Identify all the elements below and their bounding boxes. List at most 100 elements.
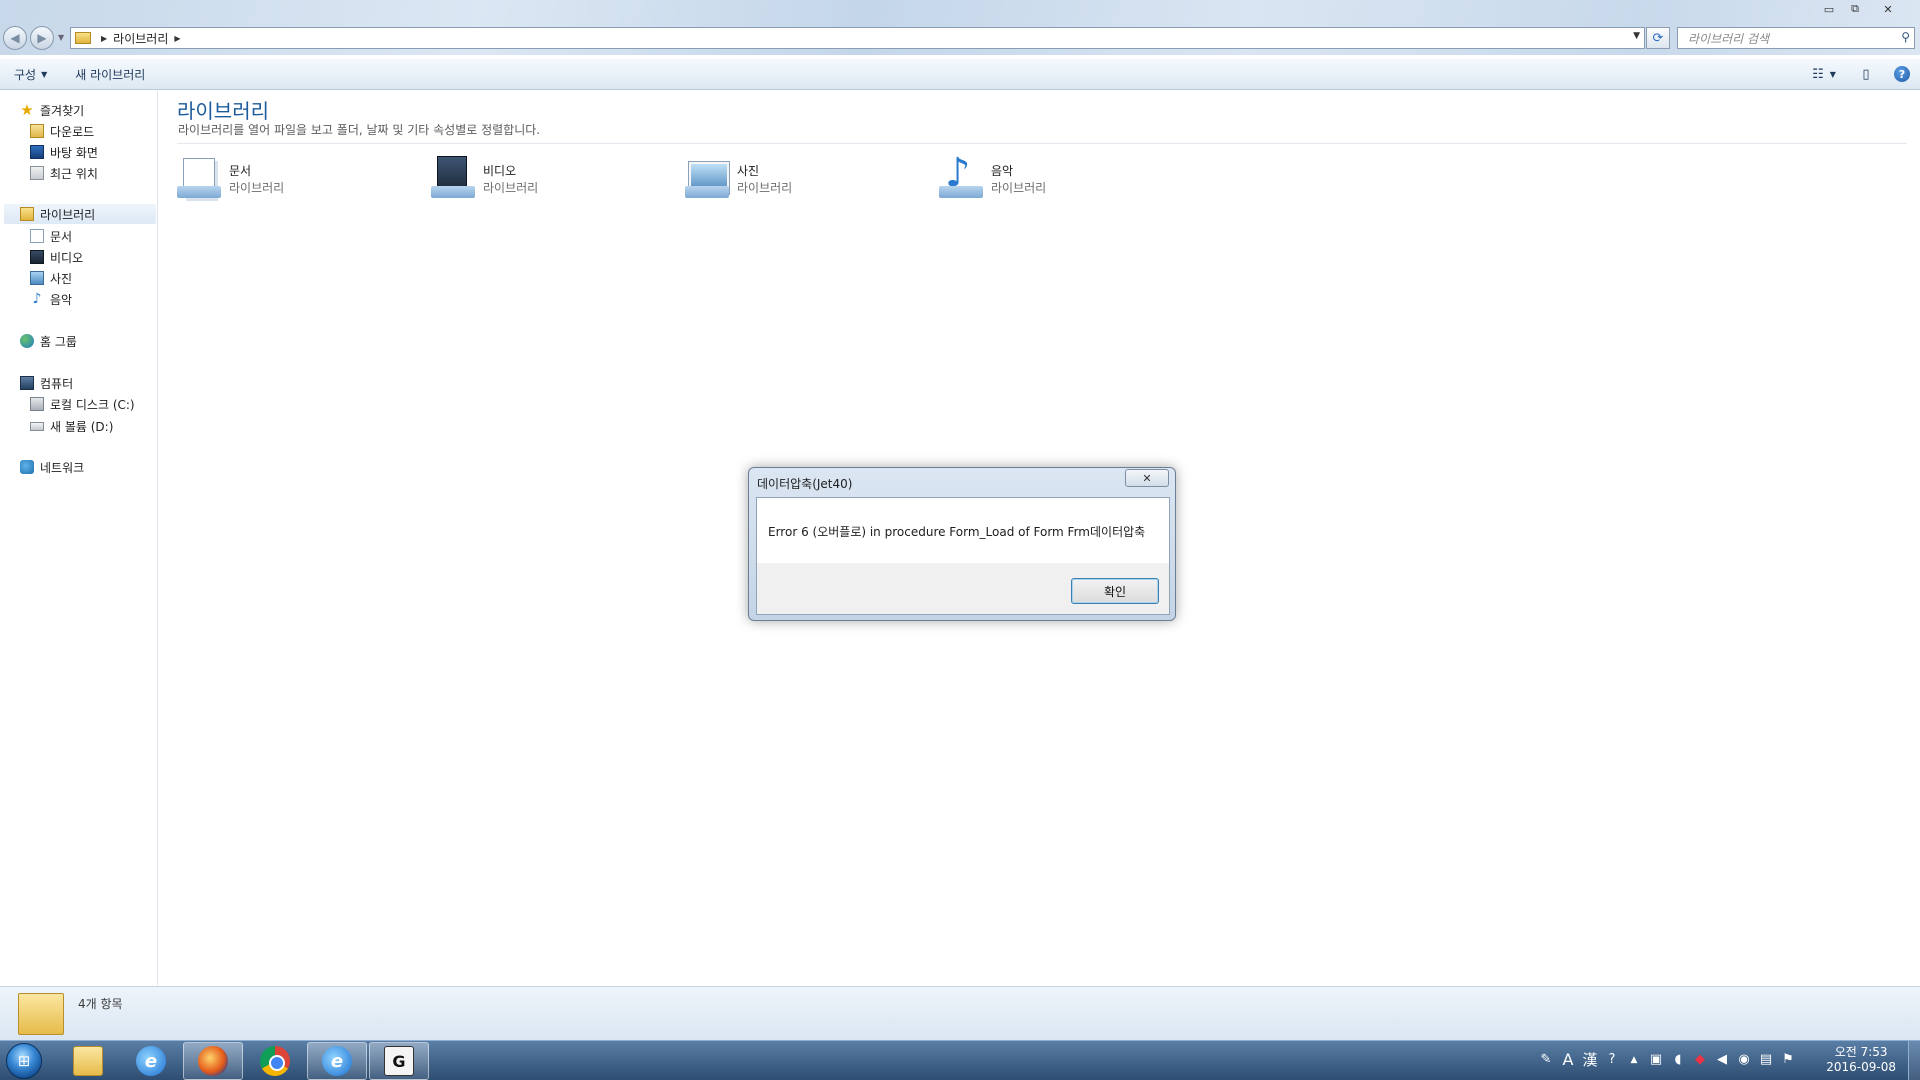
nav-label: 새 볼륨 (D:): [50, 419, 114, 434]
back-button[interactable]: ◀: [3, 26, 27, 50]
tray-app-icon[interactable]: ▣: [1648, 1052, 1664, 1067]
preview-pane-button[interactable]: ▯: [1848, 67, 1884, 82]
nav-network[interactable]: 네트워크: [20, 457, 84, 477]
security-icon[interactable]: ◆: [1692, 1052, 1708, 1067]
tile-name: 비디오: [483, 164, 517, 178]
back-arrow-icon: ◀: [10, 31, 20, 45]
taskbar-internet-explorer-2[interactable]: e: [307, 1042, 367, 1080]
taskbar-explorer[interactable]: [58, 1042, 118, 1080]
nav-label: 비디오: [50, 250, 84, 265]
show-desktop-button[interactable]: [1908, 1041, 1920, 1080]
nav-libraries[interactable]: 라이브러리: [4, 204, 156, 224]
chevron-down-icon: ▼: [1829, 69, 1836, 79]
breadcrumb-chevron-icon[interactable]: ▶: [174, 34, 180, 43]
minimize-button[interactable]: ▭: [1816, 0, 1842, 18]
ok-button[interactable]: 확인: [1071, 578, 1159, 604]
star-icon: ★: [20, 101, 34, 119]
picture-icon: [30, 271, 44, 285]
maximize-button[interactable]: ⧉: [1842, 0, 1868, 18]
ime-help-icon[interactable]: ?: [1604, 1052, 1620, 1067]
breadcrumb-chevron-icon[interactable]: ▶: [101, 34, 107, 43]
nav-recent[interactable]: 최근 위치: [30, 163, 98, 183]
nav-computer[interactable]: 컴퓨터: [20, 373, 73, 393]
local-disk-icon: [30, 397, 44, 411]
view-icon: ☷: [1812, 66, 1824, 82]
taskbar-firefox[interactable]: [183, 1042, 243, 1080]
organize-button[interactable]: 구성 ▼: [0, 66, 61, 83]
tile-name: 사진: [737, 164, 760, 178]
taskbar-data-compress-app[interactable]: G: [369, 1042, 429, 1080]
clock-time: 오전 7:53: [1834, 1045, 1888, 1059]
new-library-button[interactable]: 새 라이브러리: [61, 66, 159, 83]
nav-documents[interactable]: 문서: [30, 226, 72, 246]
nav-local-disk-c[interactable]: 로컬 디스크 (C:): [30, 394, 135, 414]
computer-icon: [20, 376, 34, 390]
forward-arrow-icon: ▶: [37, 31, 47, 45]
maximize-icon: ⧉: [1851, 2, 1859, 15]
nav-label: 다운로드: [50, 124, 95, 139]
page-title: 라이브러리: [177, 99, 269, 123]
address-bar[interactable]: ▶ 라이브러리 ▶ ▼: [70, 27, 1645, 49]
show-hidden-icons-button[interactable]: ▲: [1626, 1055, 1642, 1065]
library-tile-music[interactable]: 음악라이브러리: [939, 150, 1179, 205]
nav-label: 네트워크: [40, 460, 85, 475]
ime-alpha-indicator[interactable]: A: [1560, 1050, 1576, 1069]
library-folder-icon: [18, 993, 64, 1035]
nav-pictures[interactable]: 사진: [30, 268, 72, 288]
search-input[interactable]: 라이브러리 검색 ⚲: [1677, 27, 1915, 49]
chevron-down-icon: ▼: [41, 69, 48, 79]
page-subtitle: 라이브러리를 열어 파일을 보고 폴더, 날짜 및 기타 속성별로 정렬합니다.: [178, 123, 541, 137]
command-bar: 구성 ▼ 새 라이브러리 ☷ ▼ ▯ ?: [0, 58, 1920, 90]
document-icon: [30, 229, 44, 243]
help-icon: ?: [1894, 66, 1910, 82]
breadcrumb-libraries[interactable]: 라이브러리: [113, 30, 168, 47]
ime-icon[interactable]: ✎: [1538, 1052, 1554, 1067]
speaker-icon[interactable]: ◖: [1670, 1052, 1686, 1067]
nav-music[interactable]: ♪ 음악: [30, 289, 73, 309]
recent-places-icon: [30, 166, 44, 180]
library-tile-documents[interactable]: 문서 라이브러리: [177, 153, 417, 205]
network-tray-icon[interactable]: ▤: [1758, 1052, 1774, 1067]
recent-pages-dropdown[interactable]: ▼: [58, 33, 64, 42]
dialog-close-button[interactable]: ✕: [1125, 469, 1169, 487]
tile-type: 라이브러리: [737, 181, 793, 195]
bluetooth-icon[interactable]: ◉: [1736, 1052, 1752, 1067]
homegroup-icon: [20, 334, 34, 348]
help-button[interactable]: ?: [1884, 66, 1920, 82]
dialog-title: 데이터압축(Jet40): [757, 477, 853, 491]
address-dropdown-icon[interactable]: ▼: [1633, 31, 1640, 41]
nav-videos[interactable]: 비디오: [30, 247, 83, 267]
nav-volume-d[interactable]: 새 볼륨 (D:): [30, 416, 113, 436]
search-icon[interactable]: ⚲: [1901, 30, 1910, 44]
nav-label: 컴퓨터: [40, 376, 74, 391]
tile-type: 라이브러리: [483, 181, 539, 195]
library-tile-pictures[interactable]: 사진라이브러리: [685, 153, 925, 205]
nav-favorites[interactable]: ★ 즐겨찾기: [20, 100, 84, 120]
desktop-icon: [30, 145, 44, 159]
refresh-button[interactable]: ⟳: [1646, 27, 1670, 49]
ime-hanja-indicator[interactable]: 漢: [1582, 1049, 1598, 1070]
library-tile-videos[interactable]: 비디오라이브러리: [431, 153, 671, 205]
folder-icon: [73, 1046, 103, 1076]
forward-button[interactable]: ▶: [30, 26, 54, 50]
preview-pane-icon: ▯: [1862, 66, 1870, 82]
nav-homegroup[interactable]: 홈 그룹: [20, 331, 77, 351]
taskbar-chrome[interactable]: [245, 1042, 305, 1080]
volume-icon[interactable]: ◀: [1714, 1052, 1730, 1067]
close-icon: ✕: [1142, 471, 1152, 485]
action-center-flag-icon[interactable]: ⚑: [1780, 1052, 1796, 1067]
internet-explorer-icon: e: [322, 1046, 352, 1076]
dialog-message-area: Error 6 (오버플로) in procedure Form_Load of…: [757, 498, 1169, 563]
tile-type: 라이브러리: [991, 181, 1047, 195]
close-button[interactable]: ✕: [1868, 0, 1908, 18]
pictures-library-icon: [685, 156, 730, 202]
clock[interactable]: 오전 7:53 2016-09-08: [1826, 1045, 1896, 1075]
taskbar-internet-explorer[interactable]: e: [121, 1042, 181, 1080]
view-options-button[interactable]: ☷ ▼: [1800, 67, 1848, 82]
network-icon: [20, 460, 34, 474]
taskbar: ⊞ e e G ✎ A 漢 ? ▲ ▣ ◖ ◆ ◀ ◉ ▤ ⚑ 오전 7:53 …: [0, 1040, 1920, 1080]
start-button[interactable]: ⊞: [6, 1043, 42, 1079]
nav-desktop[interactable]: 바탕 화면: [30, 142, 98, 162]
nav-downloads[interactable]: 다운로드: [30, 121, 94, 141]
navigation-pane: ★ 즐겨찾기 다운로드 바탕 화면 최근 위치 라이브러리 문서 비디오 사진 ♪…: [0, 91, 158, 985]
